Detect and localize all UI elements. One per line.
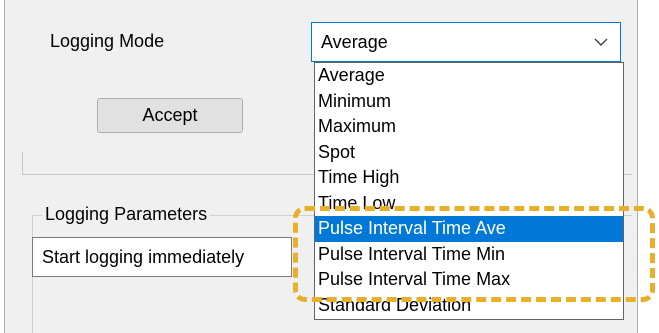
option-pulse-interval-time-ave[interactable]: Pulse Interval Time Ave xyxy=(315,216,623,242)
logging-mode-label: Logging Mode xyxy=(50,31,165,51)
option-average[interactable]: Average xyxy=(315,63,623,89)
option-maximum[interactable]: Maximum xyxy=(315,114,623,140)
option-spot[interactable]: Spot xyxy=(315,140,623,166)
option-time-low[interactable]: Time Low xyxy=(315,191,623,217)
option-pulse-interval-time-max[interactable]: Pulse Interval Time Max xyxy=(315,267,623,293)
option-time-high[interactable]: Time High xyxy=(315,165,623,191)
start-logging-value: Start logging immediately xyxy=(42,247,245,267)
start-logging-select[interactable]: Start logging immediately xyxy=(32,237,292,277)
option-minimum[interactable]: Minimum xyxy=(315,89,623,115)
option-pulse-interval-time-min[interactable]: Pulse Interval Time Min xyxy=(315,242,623,268)
logging-mode-value: Average xyxy=(321,32,388,52)
chevron-down-icon xyxy=(594,38,608,46)
logging-mode-dropdown-list: Average Minimum Maximum Spot Time High T… xyxy=(314,62,624,320)
logging-parameters-title: Logging Parameters xyxy=(42,204,211,225)
accept-button[interactable]: Accept xyxy=(97,98,243,133)
logging-mode-select[interactable]: Average xyxy=(311,22,621,62)
option-standard-deviation[interactable]: Standard Deviation xyxy=(315,293,623,319)
